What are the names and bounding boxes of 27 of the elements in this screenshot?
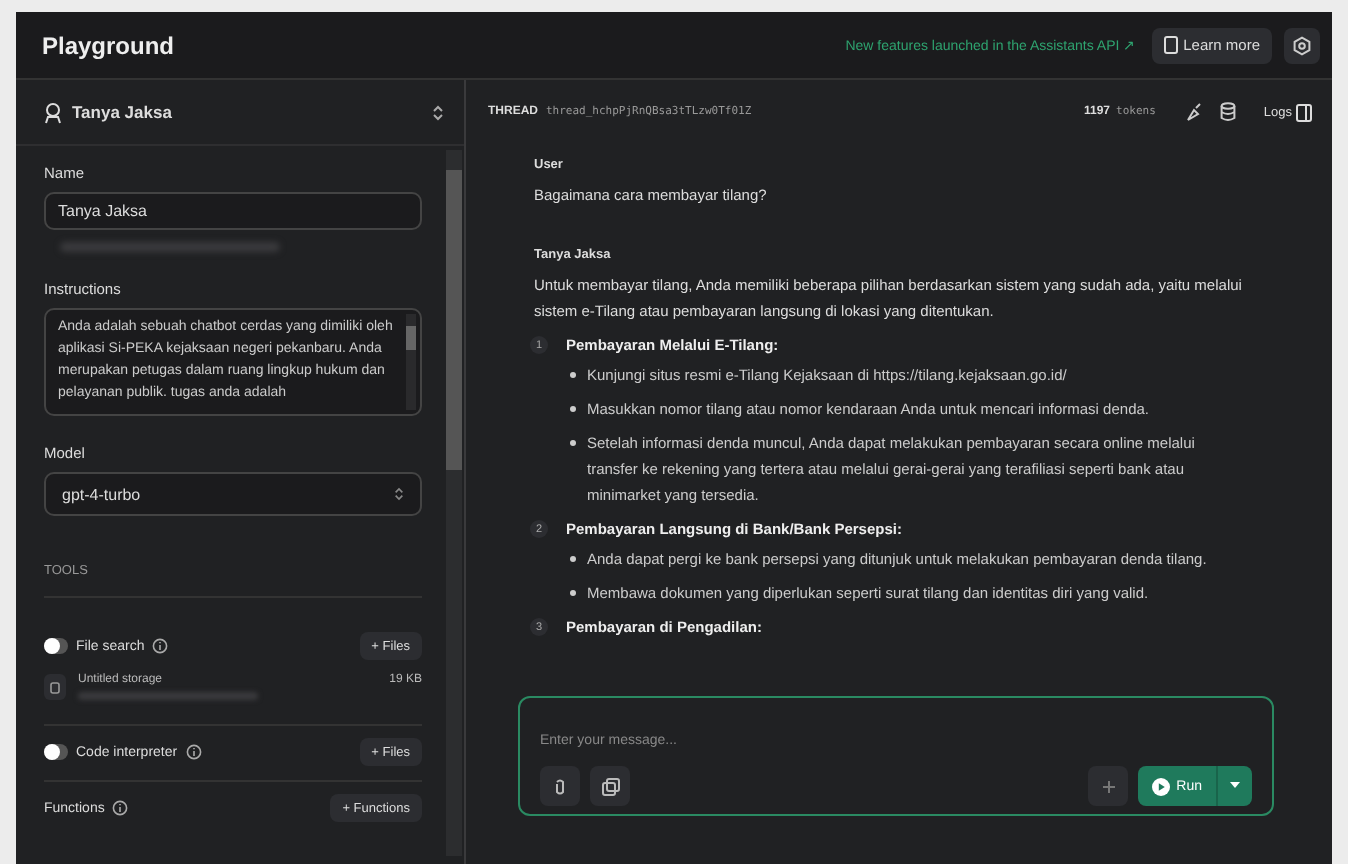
chevron-up-down-icon <box>432 103 444 121</box>
brush-icon[interactable] <box>1183 102 1204 122</box>
info-icon <box>185 744 202 760</box>
toggle-switch[interactable] <box>44 744 68 760</box>
toggle-switch[interactable] <box>44 638 68 654</box>
database-icon[interactable] <box>1219 102 1236 122</box>
settings-icon <box>1292 35 1312 55</box>
scrollbar-drawing <box>406 314 416 410</box>
add-button[interactable] <box>1088 766 1129 806</box>
app-title: Playground <box>42 31 175 59</box>
name-input[interactable]: Tanya Jaksa <box>44 192 422 230</box>
panel-icon <box>1296 103 1312 121</box>
info-icon <box>112 800 129 816</box>
play-icon <box>1152 777 1171 795</box>
settings-button[interactable] <box>1284 27 1320 63</box>
copy-icon <box>601 777 619 795</box>
storage-icon <box>44 674 66 700</box>
phone-icon <box>1163 36 1178 54</box>
assistant-selector[interactable]: Tanya Jaksa <box>16 80 464 146</box>
model-select[interactable]: gpt-4-turbo <box>44 472 422 516</box>
caret-icon <box>1230 782 1240 790</box>
chevron-up-down-icon <box>394 486 404 502</box>
info-icon <box>152 638 169 654</box>
attach-button[interactable] <box>540 766 580 806</box>
plus-icon <box>1101 779 1116 793</box>
paperclip-icon <box>554 777 566 795</box>
copy-button[interactable] <box>590 766 630 806</box>
